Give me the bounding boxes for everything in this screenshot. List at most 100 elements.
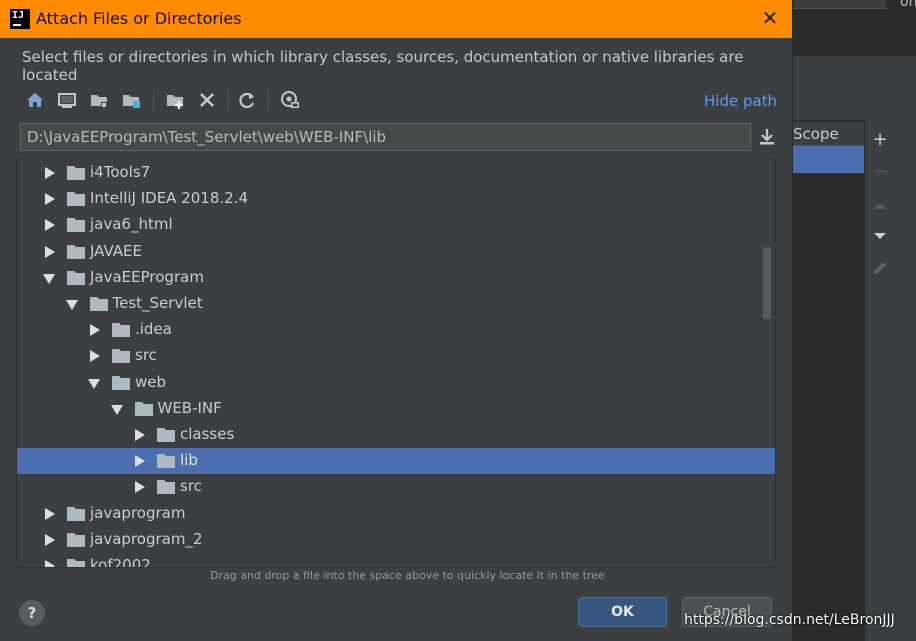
collapsed-arrow-icon[interactable] — [135, 455, 145, 468]
tree-item-label: classes — [180, 425, 235, 443]
delete-icon[interactable] — [196, 89, 218, 111]
ide-background-field — [794, 0, 886, 9]
watermark-text: https://blog.csdn.net/LeBronJJJ — [684, 612, 895, 628]
tree-row[interactable]: classes — [17, 422, 775, 448]
path-input[interactable]: D:\JavaEEProgram\Test_Servlet\web\WEB-IN… — [20, 123, 751, 151]
download-icon[interactable] — [756, 126, 778, 148]
tree-row[interactable]: JAVAEE — [17, 239, 775, 265]
tree-scrollbar[interactable] — [763, 247, 771, 319]
expanded-arrow-icon[interactable] — [65, 300, 78, 310]
tree-item-label: WEB-INF — [157, 398, 222, 417]
tree-item-label: Test_Servlet — [112, 294, 203, 312]
collapsed-arrow-icon[interactable] — [45, 533, 55, 546]
project-folder-icon[interactable] — [88, 89, 110, 111]
folder-icon — [67, 532, 85, 547]
tree-row[interactable]: web — [17, 370, 775, 396]
tree-row[interactable]: i4Tools7 — [17, 160, 775, 186]
collapsed-arrow-icon[interactable] — [45, 245, 55, 258]
expanded-arrow-icon[interactable] — [110, 404, 123, 415]
collapsed-arrow-icon[interactable] — [45, 507, 55, 520]
dialog-title: Attach Files or Directories — [36, 9, 242, 28]
collapsed-arrow-icon[interactable] — [135, 429, 145, 441]
folder-icon — [89, 297, 108, 311]
hide-path-link[interactable]: Hide path — [704, 92, 777, 110]
dialog-description: Select files or directories in which lib… — [22, 48, 744, 84]
edit-icon[interactable] — [872, 260, 888, 276]
module-folder-icon[interactable] — [120, 89, 142, 111]
tree-item-label: javaprogram_2 — [90, 529, 203, 548]
add-icon[interactable]: + — [872, 131, 888, 149]
title-bar[interactable]: IJ Attach Files or Directories ✕ — [0, 0, 792, 38]
remove-icon[interactable]: − — [872, 163, 888, 181]
tree-row[interactable]: WEB-INF — [17, 396, 775, 422]
close-icon[interactable]: ✕ — [760, 8, 780, 28]
tree-item-label: src — [180, 477, 202, 496]
tree-item-label: .idea — [135, 320, 172, 339]
tree-row[interactable]: JavaEEProgram — [17, 265, 775, 291]
tree-row[interactable]: javaprogram_2 — [17, 527, 775, 553]
folder-icon — [67, 218, 85, 233]
folder-icon — [67, 244, 85, 259]
tree-row[interactable]: lib — [17, 448, 775, 475]
new-folder-icon[interactable] — [164, 89, 186, 111]
ok-button[interactable]: OK — [578, 597, 667, 627]
collapsed-arrow-icon[interactable] — [90, 324, 100, 337]
libraries-panel — [790, 120, 865, 641]
refresh-icon[interactable] — [236, 89, 258, 111]
tree-item-label: javaprogram — [90, 503, 186, 522]
toolbar-separator — [153, 91, 154, 111]
intellij-logo-icon: IJ — [10, 9, 30, 29]
folder-icon — [112, 323, 130, 338]
attach-files-dialog: IJ Attach Files or Directories ✕ Select … — [0, 0, 793, 641]
scope-column-header[interactable]: Scope — [790, 122, 864, 146]
folder-icon — [67, 270, 85, 285]
folder-icon — [157, 480, 175, 495]
tree-row[interactable]: javaprogram — [17, 501, 775, 527]
collapsed-arrow-icon[interactable] — [45, 560, 55, 567]
folder-icon — [157, 454, 175, 469]
desktop-icon[interactable] — [56, 89, 78, 111]
tree-item-label: i4Tools7 — [90, 163, 151, 181]
tree-row[interactable]: java6_html — [17, 212, 775, 238]
show-hidden-icon[interactable] — [279, 89, 301, 111]
collapsed-arrow-icon[interactable] — [45, 219, 55, 232]
tree-row[interactable]: Test_Servlet — [17, 291, 775, 317]
move-down-icon[interactable] — [872, 228, 888, 244]
tree-row[interactable]: src — [17, 343, 775, 369]
tree-row[interactable]: .idea — [17, 317, 775, 343]
tree-row[interactable]: kof2002 — [17, 553, 775, 568]
tree-item-label: JAVAEE — [90, 241, 142, 260]
tree-item-label: java6_html — [90, 215, 173, 234]
tree-item-label: lib — [180, 451, 198, 470]
folder-icon — [134, 401, 153, 416]
collapsed-arrow-icon[interactable] — [45, 167, 55, 179]
tree-row[interactable]: src — [17, 474, 775, 500]
tree-item-label: src — [135, 346, 157, 365]
tree-item-label: JavaEEProgram — [90, 267, 204, 286]
expanded-arrow-icon[interactable] — [43, 273, 55, 284]
tree-item-label: web — [135, 372, 167, 391]
tree-item-label: kof2002 — [90, 556, 151, 568]
folder-icon — [67, 192, 85, 207]
home-icon[interactable] — [24, 89, 46, 111]
move-up-icon[interactable] — [872, 198, 888, 214]
folder-icon — [67, 166, 85, 180]
folder-icon — [112, 349, 130, 364]
collapsed-arrow-icon[interactable] — [135, 481, 145, 494]
expanded-arrow-icon[interactable] — [88, 378, 100, 389]
selected-library-row[interactable] — [790, 146, 864, 173]
folder-icon — [67, 559, 85, 567]
drag-drop-hint: Drag and drop a file into the space abov… — [210, 569, 605, 582]
ide-background-text: on — [900, 0, 916, 10]
help-button[interactable]: ? — [19, 600, 45, 626]
collapsed-arrow-icon[interactable] — [45, 193, 55, 206]
toolbar-separator — [268, 91, 269, 111]
folder-icon — [67, 506, 85, 521]
file-tree[interactable]: i4Tools7 IntelliJ IDEA 2018.2.4 java6_html… — [16, 158, 776, 568]
toolbar-separator — [228, 91, 229, 111]
folder-icon — [112, 375, 130, 390]
tree-row[interactable]: IntelliJ IDEA 2018.2.4 — [17, 186, 775, 212]
folder-icon — [157, 428, 175, 442]
tree-item-label: IntelliJ IDEA 2018.2.4 — [90, 189, 249, 208]
collapsed-arrow-icon[interactable] — [90, 350, 100, 363]
